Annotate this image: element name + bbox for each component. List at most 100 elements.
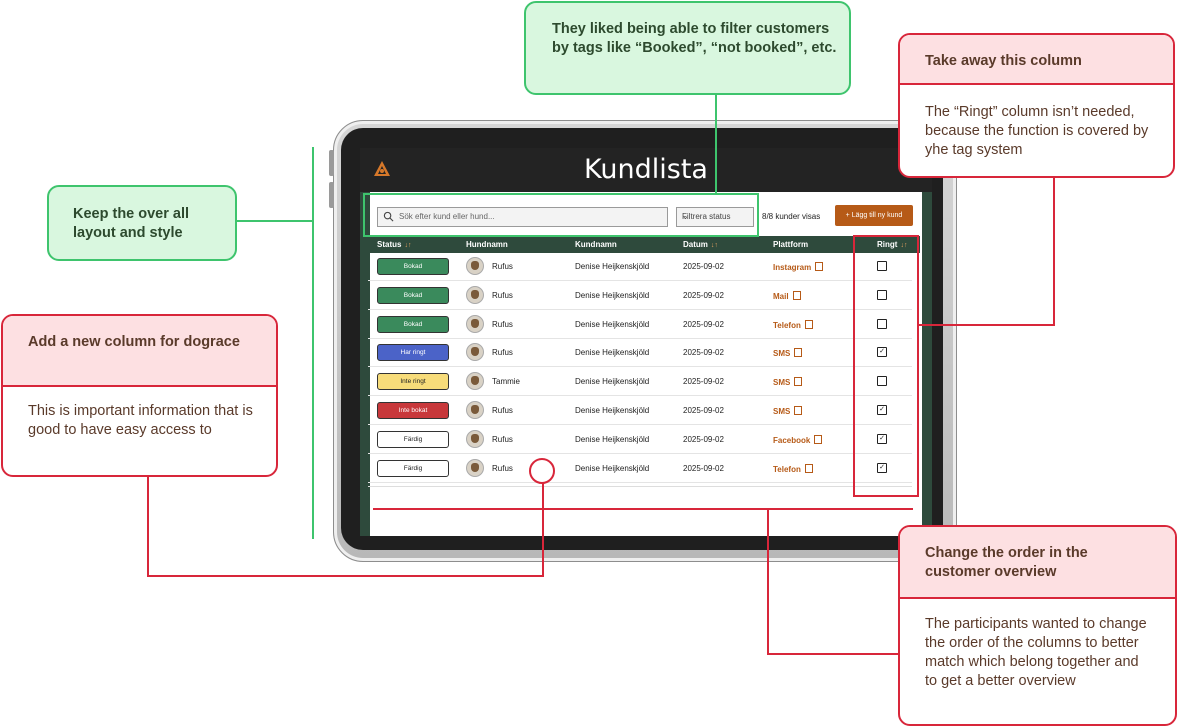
dog-avatar (466, 285, 484, 304)
dog-name: Rufus (492, 290, 513, 300)
table-row[interactable]: Färdig Rufus Denise Heijkenskjöld 2025-09-0… (368, 454, 912, 483)
connector-line (147, 575, 544, 577)
customer-name: Denise Heijkenskjöld (575, 406, 650, 415)
annotation-keep-layout-text: Keep the over all layout and style (73, 206, 190, 241)
copy-icon[interactable] (794, 377, 803, 387)
annotation-change-order-body: The participants wanted to change the or… (925, 616, 1147, 689)
sort-icon[interactable]: ↓↑ (404, 242, 411, 249)
copy-icon[interactable] (804, 319, 813, 329)
connector-line (767, 509, 769, 655)
status-badge[interactable]: Inte bokat (377, 402, 449, 419)
table-row[interactable]: Inte bokat Rufus Denise Heijkenskjöld 2025-… (368, 396, 912, 425)
status-badge[interactable]: Färdig (377, 459, 449, 477)
table-row[interactable]: Bokad Rufus Denise Heijkenskjöld 2025-09-02… (368, 310, 912, 339)
dog-avatar (466, 372, 484, 391)
platform-link[interactable]: SMS (773, 348, 803, 359)
platform-link[interactable]: Telefon (773, 319, 813, 330)
customer-name: Denise Heijkenskjöld (575, 463, 650, 473)
connector-line (542, 483, 544, 577)
dog-avatar (466, 257, 484, 275)
copy-icon[interactable] (815, 262, 824, 271)
platform-label: SMS (773, 349, 791, 359)
booking-date: 2025-09-02 (683, 463, 724, 473)
platform-label: Facebook (773, 435, 811, 445)
booking-date: 2025-09-02 (683, 348, 724, 358)
connector-line (147, 477, 149, 577)
annotation-remove-column: Take away this column The “Ringt” column… (898, 33, 1175, 178)
platform-link[interactable]: Telefon (773, 463, 813, 474)
table-row[interactable]: Färdig Rufus Denise Heijkenskjöld 2025-09-0… (368, 425, 912, 454)
platform-label: Telefon (773, 464, 801, 474)
connector-line (715, 95, 717, 194)
table-underline-marker (373, 508, 913, 510)
customer-name: Denise Heijkenskjöld (575, 348, 650, 358)
connector-line (237, 220, 313, 222)
annotation-filter-tags-text: They liked being able to filter customer… (552, 21, 837, 56)
column-header: Plattform (773, 240, 808, 249)
dog-avatar (466, 314, 484, 333)
booking-date: 2025-09-02 (683, 262, 724, 271)
page-title: Kundlista (584, 154, 708, 185)
connector-line (767, 653, 900, 655)
status-badge[interactable]: Bokad (377, 286, 449, 304)
layout-bracket-line (312, 147, 314, 539)
platform-link[interactable]: Instagram (773, 262, 824, 272)
status-badge[interactable]: Bokad (377, 258, 449, 275)
highlight-ringt-column (853, 235, 919, 497)
status-badge[interactable]: Bokad (377, 315, 449, 333)
table-bottom-divider (368, 486, 912, 487)
annotation-remove-column-body: The “Ringt” column isn’t needed, because… (925, 104, 1149, 158)
app-header: Kundlista (360, 148, 932, 192)
column-header-label: Plattform (773, 240, 809, 249)
dog-name: Rufus (492, 262, 513, 271)
booking-date: 2025-09-02 (683, 319, 724, 329)
copy-icon[interactable] (814, 434, 823, 444)
customer-name: Denise Heijkenskjöld (575, 377, 650, 387)
booking-date: 2025-09-02 (683, 434, 724, 444)
copy-icon[interactable] (794, 348, 803, 358)
annotation-new-column-title: Add a new column for dograce (3, 316, 276, 387)
platform-link[interactable]: Mail (773, 290, 801, 301)
annotation-filter-tags: They liked being able to filter customer… (524, 1, 851, 95)
column-header: Kundnamn (575, 240, 617, 249)
customer-name: Denise Heijkenskjöld (575, 262, 650, 271)
dog-name: Tammie (492, 377, 521, 387)
column-header-label: Datum (683, 240, 708, 249)
copy-icon[interactable] (792, 290, 801, 300)
table-row[interactable]: Har ringt Rufus Denise Heijkenskjöld 2025-0… (368, 338, 912, 368)
customer-name: Denise Heijkenskjöld (575, 434, 650, 444)
column-header[interactable]: Status ↓↑ (377, 240, 411, 249)
platform-link[interactable]: SMS (773, 406, 803, 416)
platform-label: Telefon (773, 320, 801, 330)
connector-line (917, 324, 1055, 326)
sort-icon[interactable]: ↓↑ (711, 242, 718, 249)
status-badge[interactable]: Färdig (377, 430, 449, 448)
dog-name: Rufus (492, 348, 513, 358)
platform-link[interactable]: Facebook (773, 434, 823, 445)
right-edge-band (922, 192, 932, 536)
highlight-circle-marker (529, 458, 555, 484)
status-badge[interactable]: Inte ringt (377, 373, 449, 391)
add-button-label: Lägg till ny kund (851, 212, 903, 219)
booking-date: 2025-09-02 (683, 377, 724, 387)
dog-name: Rufus (492, 434, 513, 444)
annotation-remove-column-title: Take away this column (900, 35, 1173, 85)
platform-link[interactable]: SMS (773, 377, 803, 387)
annotation-change-order: Change the order in the customer overvie… (898, 525, 1177, 726)
table-row[interactable]: Inte ringt Tammie Denise Heijkenskjöld 2025… (368, 367, 912, 397)
dog-avatar (466, 429, 484, 448)
copy-icon[interactable] (794, 406, 803, 415)
column-header[interactable]: Datum ↓↑ (683, 240, 718, 249)
copy-icon[interactable] (804, 463, 813, 473)
column-header: Hundnamn (466, 240, 508, 249)
customer-name: Denise Heijkenskjöld (575, 290, 650, 300)
column-header-label: Status (377, 240, 402, 249)
dog-name: Rufus (492, 406, 513, 415)
table-header: Status ↓↑ Hundnamn Kundnamn Datum ↓↑ Plattform… (368, 236, 920, 253)
status-badge[interactable]: Har ringt (377, 344, 449, 362)
dog-name: Rufus (492, 319, 513, 329)
dog-avatar (466, 458, 484, 477)
table-row[interactable]: Bokad Rufus Denise Heijkenskjöld 2025-09-02… (368, 252, 912, 281)
add-customer-button[interactable]: + Lägg till ny kund (835, 205, 913, 226)
table-row[interactable]: Bokad Rufus Denise Heijkenskjöld 2025-09-02… (368, 281, 912, 310)
